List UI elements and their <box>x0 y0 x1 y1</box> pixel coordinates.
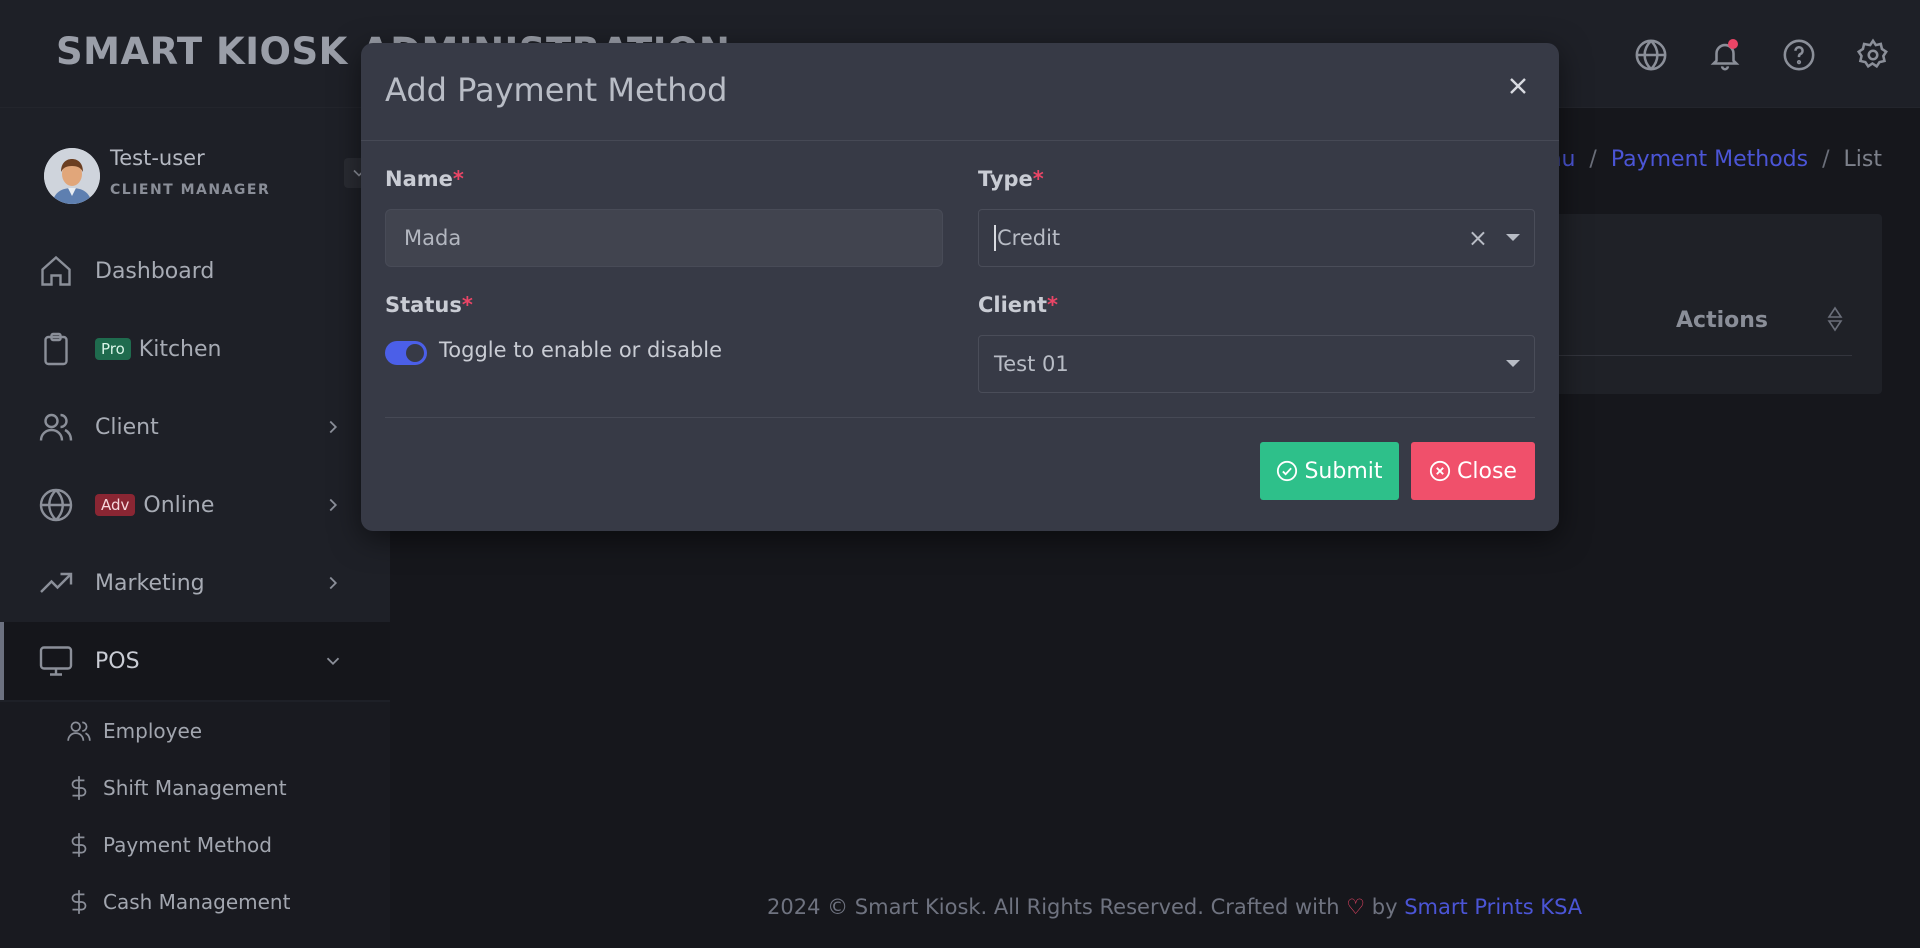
sidebar-item-dashboard[interactable]: Dashboard <box>0 232 390 310</box>
sidebar-item-pos[interactable]: POS <box>0 622 390 700</box>
status-toggle[interactable] <box>385 341 427 365</box>
chevron-right-icon <box>322 572 344 594</box>
footer: 2024 © Smart Kiosk. All Rights Reserved.… <box>767 895 1582 919</box>
name-label-text: Name <box>385 167 453 191</box>
user-role: CLIENT MANAGER <box>110 182 271 198</box>
close-button-label: Close <box>1457 458 1517 484</box>
name-input[interactable]: Mada <box>385 209 943 267</box>
submit-button[interactable]: Submit <box>1260 442 1399 500</box>
client-label: Client* <box>978 293 1058 317</box>
footer-by: by <box>1371 895 1398 919</box>
dollar-icon <box>66 775 92 801</box>
chevron-right-icon <box>322 416 344 438</box>
name-input-value: Mada <box>404 226 462 250</box>
footer-text: 2024 © Smart Kiosk. All Rights Reserved.… <box>767 895 1340 919</box>
bell-icon[interactable] <box>1708 38 1742 72</box>
pro-badge: Pro <box>95 338 131 360</box>
type-select[interactable]: Credit × <box>978 209 1535 267</box>
client-label-text: Client <box>978 293 1048 317</box>
sidebar-item-marketing[interactable]: Marketing <box>0 544 390 622</box>
status-label: Status* <box>385 293 473 317</box>
trending-up-icon <box>38 565 74 601</box>
sidebar-item-online[interactable]: Adv Online <box>0 466 390 544</box>
gear-icon[interactable] <box>1856 38 1890 72</box>
submenu-item-label: Employee <box>103 718 203 743</box>
chevron-right-icon <box>322 494 344 516</box>
modal-footer-divider <box>385 417 1535 418</box>
sidebar-item-client[interactable]: Client <box>0 388 390 466</box>
submenu-item-payment-method[interactable]: Payment Method <box>0 816 390 873</box>
type-label: Type* <box>978 167 1044 191</box>
submenu-item-label: Payment Method <box>103 832 272 857</box>
type-label-text: Type <box>978 167 1033 191</box>
required-mark: * <box>461 293 473 317</box>
breadcrumb-separator: / <box>1822 147 1830 172</box>
modal-close-button[interactable] <box>1505 73 1531 99</box>
submenu-item-label: Cash Management <box>103 889 291 914</box>
x-circle-icon <box>1429 460 1451 482</box>
type-select-value: Credit <box>997 226 1061 250</box>
sidebar: Test-user CLIENT MANAGER Dashboard Pro K… <box>0 108 390 948</box>
chevron-down-icon <box>322 650 344 672</box>
client-select-value: Test 01 <box>994 352 1069 376</box>
clipboard-icon <box>38 331 74 367</box>
name-label: Name* <box>385 167 464 191</box>
help-icon[interactable] <box>1782 38 1816 72</box>
monitor-icon <box>38 643 74 679</box>
sidebar-item-label: Online <box>143 492 215 518</box>
submenu-item-shift-management[interactable]: Shift Management <box>0 759 390 816</box>
sidebar-item-label: Marketing <box>95 570 205 596</box>
sidebar-item-label: Client <box>95 414 159 440</box>
close-button[interactable]: Close <box>1411 442 1535 500</box>
dollar-icon <box>66 889 92 915</box>
required-mark: * <box>1032 167 1044 191</box>
sidebar-item-kitchen[interactable]: Pro Kitchen <box>0 310 390 388</box>
globe-icon <box>38 487 74 523</box>
breadcrumb-current: List <box>1843 147 1882 172</box>
footer-link[interactable]: Smart Prints KSA <box>1404 895 1582 919</box>
users-icon <box>38 409 74 445</box>
status-label-text: Status <box>385 293 462 317</box>
breadcrumb: Menu / Payment Methods / List <box>1515 147 1882 172</box>
check-circle-icon <box>1277 460 1298 482</box>
close-icon <box>1510 78 1526 94</box>
dollar-icon <box>66 832 92 858</box>
caret-down-icon[interactable] <box>1506 234 1520 241</box>
user-name: Test-user <box>110 146 205 170</box>
submenu-item-employee[interactable]: Employee <box>0 702 390 759</box>
pos-submenu: Employee Shift Management Payment Method… <box>0 702 390 948</box>
breadcrumb-payment-methods[interactable]: Payment Methods <box>1611 147 1808 172</box>
avatar <box>44 148 100 204</box>
submenu-item-label: Shift Management <box>103 775 287 800</box>
table-header-actions[interactable]: Actions <box>1676 308 1768 333</box>
users-icon <box>66 718 92 744</box>
sort-icon[interactable] <box>1826 306 1844 332</box>
modal-title: Add Payment Method <box>385 71 728 109</box>
user-panel[interactable]: Test-user CLIENT MANAGER <box>44 142 374 214</box>
submit-button-label: Submit <box>1304 458 1383 484</box>
sidebar-item-label: Dashboard <box>95 258 215 284</box>
required-mark: * <box>1047 293 1059 317</box>
header-icons <box>1634 38 1890 72</box>
add-payment-method-modal: Add Payment Method Name* Mada Type* Cred… <box>361 43 1559 531</box>
clear-icon[interactable]: × <box>1468 224 1488 252</box>
breadcrumb-separator: / <box>1589 147 1597 172</box>
caret-down-icon[interactable] <box>1506 360 1520 367</box>
submenu-item-cash-management[interactable]: Cash Management <box>0 873 390 930</box>
globe-icon[interactable] <box>1634 38 1668 72</box>
toggle-knob <box>406 344 424 362</box>
required-mark: * <box>452 167 464 191</box>
sidebar-item-label: POS <box>95 648 140 674</box>
notification-dot <box>1728 39 1738 49</box>
modal-header-divider <box>361 140 1559 141</box>
home-icon <box>38 253 74 289</box>
text-cursor <box>994 225 996 251</box>
status-toggle-text: Toggle to enable or disable <box>439 338 723 362</box>
sidebar-item-label: Kitchen <box>138 336 222 362</box>
client-select[interactable]: Test 01 <box>978 335 1535 393</box>
adv-badge: Adv <box>95 494 136 516</box>
heart-icon: ♡ <box>1346 895 1366 919</box>
